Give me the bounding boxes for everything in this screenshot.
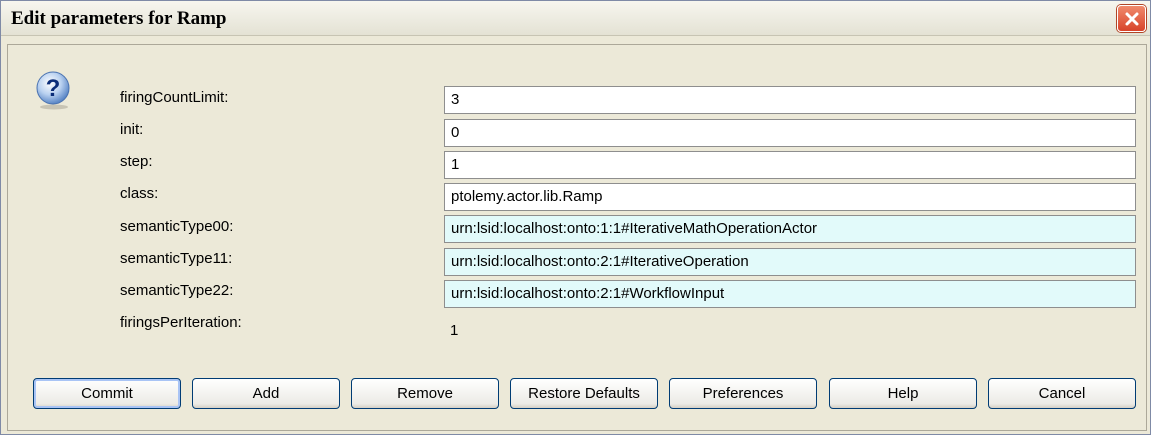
close-icon xyxy=(1125,12,1138,25)
remove-button[interactable]: Remove xyxy=(351,378,499,409)
semantic-type-11-field[interactable]: urn:lsid:localhost:onto:2:1#IterativeOpe… xyxy=(444,248,1136,276)
title-bar[interactable]: Edit parameters for Ramp xyxy=(1,1,1150,36)
param-label-semantic-type-11: semanticType11: xyxy=(120,250,233,267)
question-icon: ? xyxy=(36,71,70,110)
commit-button[interactable]: Commit xyxy=(33,378,181,409)
add-button[interactable]: Add xyxy=(192,378,340,409)
semantic-type-00-field[interactable]: urn:lsid:localhost:onto:1:1#IterativeMat… xyxy=(444,215,1136,243)
firings-per-iteration-value: 1 xyxy=(450,322,459,339)
param-label-step: step: xyxy=(120,153,153,170)
close-button[interactable] xyxy=(1117,5,1146,32)
init-field[interactable]: 0 xyxy=(444,119,1136,147)
svg-text:?: ? xyxy=(46,75,61,102)
parameters-panel: ? firingCountLimit: 3 init: 0 step: 1 cl… xyxy=(7,44,1147,431)
param-label-class: class: xyxy=(120,185,159,202)
step-field[interactable]: 1 xyxy=(444,151,1136,179)
preferences-button[interactable]: Preferences xyxy=(669,378,817,409)
window-title: Edit parameters for Ramp xyxy=(11,8,227,29)
help-button[interactable]: Help xyxy=(829,378,977,409)
param-label-init: init: xyxy=(120,121,144,138)
semantic-type-22-field[interactable]: urn:lsid:localhost:onto:2:1#WorkflowInpu… xyxy=(444,280,1136,308)
firing-count-limit-field[interactable]: 3 xyxy=(444,86,1136,114)
param-label-semantic-type-22: semanticType22: xyxy=(120,282,234,299)
class-field[interactable]: ptolemy.actor.lib.Ramp xyxy=(444,183,1136,211)
restore-defaults-button[interactable]: Restore Defaults xyxy=(510,378,658,409)
dialog-window: Edit parameters for Ramp ? firingCountLi… xyxy=(0,0,1151,435)
param-label-firings-per-iteration: firingsPerIteration: xyxy=(120,314,242,331)
cancel-button[interactable]: Cancel xyxy=(988,378,1136,409)
param-label-firing-count-limit: firingCountLimit: xyxy=(120,89,229,106)
param-label-semantic-type-00: semanticType00: xyxy=(120,218,234,235)
